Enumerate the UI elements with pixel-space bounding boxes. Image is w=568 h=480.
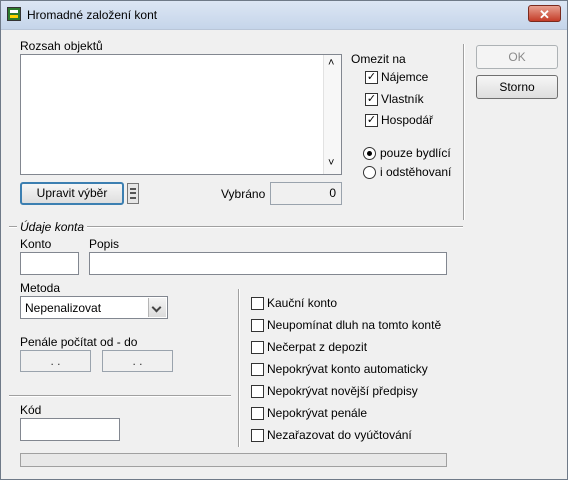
checkbox-kaucni-konto[interactable] <box>251 297 264 310</box>
vertical-divider <box>463 44 465 220</box>
checkbox-nezarazovat-vyuctovani-label: Nezařazovat do vyúčtování <box>267 428 412 442</box>
scroll-down-icon[interactable]: ˅ <box>328 157 334 169</box>
dialog-content: Rozsah objektů ˄ ˅ Upravit výběr Vybráno… <box>3 30 565 477</box>
checkbox-nepokryvat-novejsi-label: Nepokrývat novější předpisy <box>267 384 418 398</box>
method-select[interactable]: Nepenalizovat <box>20 296 168 319</box>
konto-input[interactable] <box>20 252 79 275</box>
checkbox-nepokryvat-penale-label: Nepokrývat penále <box>267 406 368 420</box>
scroll-up-icon[interactable]: ˄ <box>328 57 334 69</box>
method-value: Nepenalizovat <box>25 301 102 315</box>
radio-pouze-bydlici[interactable] <box>363 147 376 160</box>
checkbox-nepokryvat-automaticky[interactable] <box>251 363 264 376</box>
list-menu-button[interactable] <box>127 183 139 204</box>
penalty-label: Penále počítat od - do <box>20 335 138 349</box>
ok-button[interactable]: OK <box>476 45 558 69</box>
radio-pouze-bydlici-label: pouze bydlící <box>380 146 451 160</box>
app-icon <box>7 7 21 21</box>
radio-i-odstehovani[interactable] <box>363 166 376 179</box>
window-title: Hromadné založení kont <box>27 8 158 22</box>
checkbox-najemce[interactable]: ✓ <box>365 71 378 84</box>
account-section-label: Údaje konta <box>17 220 88 234</box>
checkbox-necerpat-z-depozit[interactable] <box>251 341 264 354</box>
close-button[interactable]: ✕ <box>528 5 561 22</box>
kod-divider <box>9 395 231 397</box>
flags-divider <box>238 289 240 447</box>
checkbox-hospodar[interactable]: ✓ <box>365 114 378 127</box>
checkbox-vlastnik[interactable]: ✓ <box>365 93 378 106</box>
method-dropdown-button[interactable] <box>148 298 166 317</box>
radio-i-odstehovani-label: i odstěhovaní <box>380 165 452 179</box>
limit-label: Omezit na <box>351 52 406 66</box>
selected-count-value: 0 <box>270 182 342 205</box>
checkbox-nepokryvat-penale[interactable] <box>251 407 264 420</box>
checkbox-neupominat-dluh-label: Neupomínat dluh na tomto kontě <box>267 318 442 332</box>
title-bar[interactable]: Hromadné založení kont ✕ <box>1 1 567 30</box>
list-scrollbar[interactable]: ˄ ˅ <box>323 55 341 174</box>
selected-count-label: Vybráno <box>221 187 266 201</box>
checkbox-nepokryvat-novejsi[interactable] <box>251 385 264 398</box>
konto-label: Konto <box>20 237 52 251</box>
status-bar <box>20 453 447 467</box>
range-label: Rozsah objektů <box>20 39 103 53</box>
checkbox-neupominat-dluh[interactable] <box>251 319 264 332</box>
popis-input[interactable] <box>89 252 447 275</box>
checkbox-najemce-label: Nájemce <box>381 70 429 84</box>
edit-selection-button[interactable]: Upravit výběr <box>20 182 124 205</box>
dialog-window: Hromadné založení kont ✕ Rozsah objektů … <box>0 0 568 480</box>
kod-label: Kód <box>20 403 42 417</box>
checkbox-vlastnik-label: Vlastník <box>381 92 424 106</box>
checkbox-nepokryvat-automaticky-label: Nepokrývat konto automaticky <box>267 362 428 376</box>
close-icon: ✕ <box>539 7 550 22</box>
penalty-date-from[interactable]: . . <box>20 350 91 372</box>
popis-label: Popis <box>89 237 120 251</box>
checkbox-kaucni-konto-label: Kauční konto <box>267 296 338 310</box>
list-icon <box>130 188 136 199</box>
object-range-list[interactable]: ˄ ˅ <box>20 54 342 175</box>
penalty-date-to[interactable]: . . <box>102 350 173 372</box>
chevron-down-icon <box>151 302 162 313</box>
checkbox-nezarazovat-vyuctovani[interactable] <box>251 429 264 442</box>
checkbox-hospodar-label: Hospodář <box>381 113 434 127</box>
checkbox-necerpat-z-depozit-label: Nečerpat z depozit <box>267 340 368 354</box>
kod-input[interactable] <box>20 418 120 441</box>
method-label: Metoda <box>20 281 61 295</box>
cancel-button[interactable]: Storno <box>476 75 558 99</box>
